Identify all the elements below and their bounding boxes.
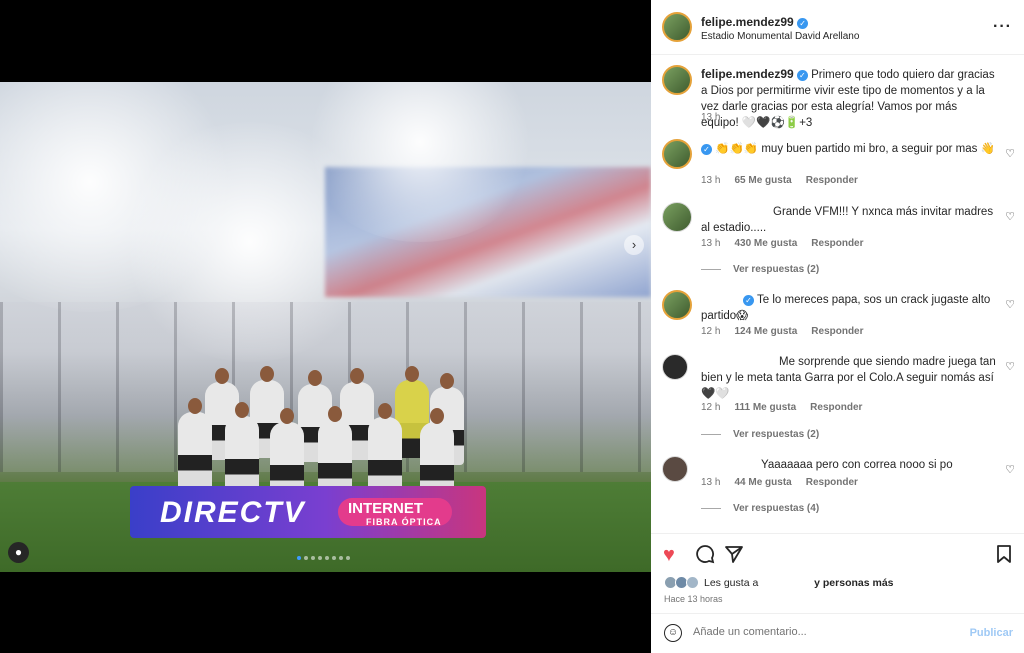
carousel-dot <box>304 556 308 560</box>
comment-like-icon[interactable]: ♡ <box>1005 298 1015 311</box>
avatar[interactable] <box>662 354 688 380</box>
comment-likes[interactable]: 111 Me gusta <box>734 402 796 413</box>
carousel-dot <box>318 556 322 560</box>
avatar[interactable] <box>662 139 692 169</box>
comment-like-icon[interactable]: ♡ <box>1005 210 1015 223</box>
directv-adboard: DIRECTV INTERNET FIBRA ÓPTICA <box>130 486 486 538</box>
comment-text: Grande VFM!!! Y nxnca más invitar madres… <box>701 204 996 236</box>
comment-text: ✓ Te lo mereces papa, sos un crack jugas… <box>701 292 996 324</box>
publish-button[interactable]: Publicar <box>970 627 1013 639</box>
emoji-icon[interactable]: ☺ <box>664 624 682 642</box>
comment-likes[interactable]: 44 Me gusta <box>734 477 791 488</box>
share-icon[interactable] <box>724 544 744 570</box>
comment-like-icon[interactable]: ♡ <box>1005 463 1015 476</box>
author-username[interactable]: felipe.mendez99 <box>701 15 794 29</box>
view-replies-button[interactable]: Ver respuestas (2) <box>701 429 819 440</box>
carousel-dot <box>325 556 329 560</box>
comments-list[interactable]: felipe.mendez99 ✓ Primero que todo quier… <box>651 56 1024 534</box>
avatar[interactable] <box>662 290 692 320</box>
carousel-dot <box>297 556 301 560</box>
comment-body: Yaaaaaaa pero con correa nooo si po <box>761 459 953 471</box>
tagged-user-icon[interactable]: ● <box>8 542 29 563</box>
reply-button[interactable]: Responder <box>806 175 858 186</box>
comment-meta: 13 h 44 Me gusta Responder <box>701 477 858 488</box>
caption-time: 13 h <box>701 112 721 123</box>
likes-count-link[interactable]: y personas más <box>814 577 893 589</box>
action-bar: ♥ Les gusta a y personas más Hace 13 hor… <box>651 534 1024 614</box>
reply-button[interactable]: Responder <box>806 477 858 488</box>
post-photo[interactable]: DIRECTV INTERNET FIBRA ÓPTICA <box>0 82 651 572</box>
caption: felipe.mendez99 ✓ Primero que todo quier… <box>701 66 996 131</box>
save-bookmark-icon[interactable] <box>996 544 1012 570</box>
like-heart-icon[interactable]: ♥ <box>663 544 675 567</box>
comment-likes[interactable]: 430 Me gusta <box>734 238 797 249</box>
comment-likes[interactable]: 124 Me gusta <box>734 326 797 337</box>
comment-composer: ☺ Publicar <box>651 614 1024 653</box>
post-time: Hace 13 horas <box>664 594 723 604</box>
comment-body: Grande VFM!!! Y nxnca más invitar madres… <box>701 206 994 234</box>
comment-meta: 13 h 65 Me gusta Responder <box>701 175 858 186</box>
comment-meta: 12 h 111 Me gusta Responder <box>701 402 862 413</box>
carousel-dot <box>339 556 343 560</box>
carousel-dot <box>346 556 350 560</box>
comment-text: ✓ 👏👏👏 muy buen partido mi bro, a seguir … <box>701 141 996 157</box>
carousel-dot <box>311 556 315 560</box>
comment-icon[interactable] <box>695 544 715 570</box>
adboard-line2: FIBRA ÓPTICA <box>366 517 442 527</box>
comment-time: 13 h <box>701 238 721 249</box>
comment-body: 👏👏👏 muy buen partido mi bro, a seguir po… <box>715 143 995 155</box>
comment-meta: 12 h 124 Me gusta Responder <box>701 326 864 337</box>
comment-input[interactable] <box>693 626 963 638</box>
comment-text: Me sorprende que siendo madre juega tan … <box>701 354 996 402</box>
post-panel: felipe.mendez99 ✓ Estadio Monumental Dav… <box>651 0 1024 653</box>
comment-time: 12 h <box>701 326 721 337</box>
liker-avatar[interactable] <box>686 576 699 589</box>
comment-text: Yaaaaaaa pero con correa nooo si po <box>701 457 996 473</box>
adboard-brand: DIRECTV <box>160 496 306 529</box>
comment-like-icon[interactable]: ♡ <box>1005 360 1015 373</box>
likes-summary: Les gusta a y personas más <box>704 577 894 589</box>
adboard-line1: INTERNET <box>348 500 423 517</box>
comment-likes[interactable]: 65 Me gusta <box>734 175 791 186</box>
reply-button[interactable]: Responder <box>810 402 862 413</box>
next-arrow-icon[interactable]: › <box>624 235 644 255</box>
reply-button[interactable]: Responder <box>811 326 863 337</box>
avatar[interactable] <box>662 12 692 42</box>
view-replies-button[interactable]: Ver respuestas (4) <box>701 503 819 514</box>
view-replies-button[interactable]: Ver respuestas (2) <box>701 264 819 275</box>
more-horizontal-icon[interactable]: ··· <box>993 18 1012 36</box>
comment-time: 12 h <box>701 402 721 413</box>
carousel-dots <box>297 556 350 560</box>
carousel-dot <box>332 556 336 560</box>
verified-badge-icon: ✓ <box>796 70 808 81</box>
avatar[interactable] <box>662 202 692 232</box>
verified-badge-icon: ✓ <box>701 144 712 155</box>
likes-prefix: Les gusta a <box>704 577 759 589</box>
comment-time: 13 h <box>701 477 721 488</box>
reply-button[interactable]: Responder <box>811 238 863 249</box>
comment-meta: 13 h 430 Me gusta Responder <box>701 238 864 249</box>
comment-like-icon[interactable]: ♡ <box>1005 147 1015 160</box>
caption-username[interactable]: felipe.mendez99 <box>701 67 794 81</box>
comment-body: Me sorprende que siendo madre juega tan … <box>701 356 996 400</box>
post-header: felipe.mendez99 ✓ Estadio Monumental Dav… <box>651 0 1024 55</box>
avatar[interactable] <box>662 65 692 95</box>
avatar[interactable] <box>662 456 688 482</box>
comment-time: 13 h <box>701 175 721 186</box>
post-modal: DIRECTV INTERNET FIBRA ÓPTICA › ● felipe… <box>0 0 1024 653</box>
verified-badge-icon: ✓ <box>797 18 809 29</box>
media-viewer: DIRECTV INTERNET FIBRA ÓPTICA › ● <box>0 0 651 653</box>
verified-badge-icon: ✓ <box>743 295 754 306</box>
post-location[interactable]: Estadio Monumental David Arellano <box>701 31 859 42</box>
